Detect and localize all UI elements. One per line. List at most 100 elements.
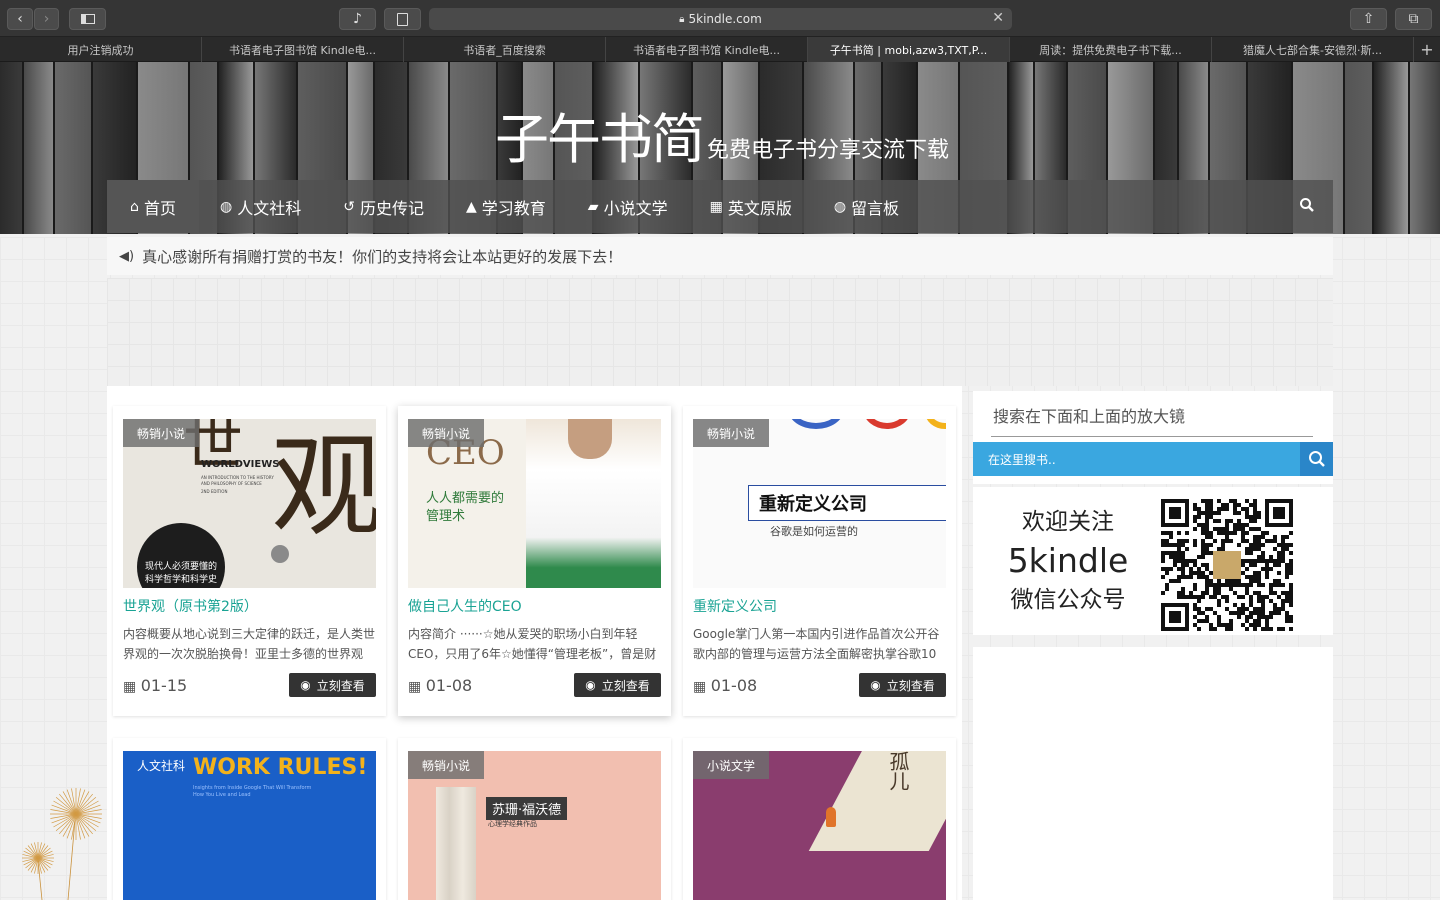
qr-module [1217,547,1221,551]
qr-module [1233,511,1237,515]
qr-module [1177,547,1181,551]
qr-module [1205,523,1209,527]
main-nav: ⌂ 首页 ◍ 人文社科 ↺ 历史传记 ▲ 学习教育 ▰ 小说文学 ▦ 英文原版 ◍ 留言板 [107,180,1333,233]
nav-history[interactable]: ↺ 历史传记 [322,180,445,233]
calendar-icon: ▦ [408,679,426,695]
cover-map-shape [808,751,946,851]
view-now-button[interactable]: ◉ 立刻查看 [289,673,376,697]
qr-module [1181,555,1185,559]
book-card[interactable]: WORK RULES! Insights from Inside Google … [113,738,386,900]
book-title[interactable]: 世界观（原书第2版） [123,596,258,616]
qr-module [1289,551,1293,555]
qr-module [1177,579,1181,583]
qr-module [1213,519,1217,523]
nav-english[interactable]: ▦ 英文原版 [689,180,813,233]
book-card[interactable]: CEO 人人都需要的 管理术 畅销小说 做自己人生的CEO 内容简介 ·····… [398,406,671,716]
tab-4[interactable]: 书语者电子图书馆 Kindle电... [606,37,808,62]
category-badge[interactable]: 畅销小说 [408,419,485,447]
cover-text: 人人都需要的 [426,491,505,506]
book-title[interactable]: 做自己人生的CEO [408,596,522,616]
qr-module [1261,607,1265,611]
site-logo[interactable]: 子午书简 免费电子书分享交流下载 [495,106,949,170]
qr-module [1197,507,1201,511]
cover-logo-shape [788,419,844,429]
nav-guestbook[interactable]: ◍ 留言板 [813,180,920,233]
qr-module [1253,511,1257,515]
reader-button[interactable] [384,8,421,30]
view-now-button[interactable]: ◉ 立刻查看 [859,673,946,697]
qr-module [1273,607,1277,611]
share-button[interactable]: ⇧ [1350,8,1387,30]
tab-7[interactable]: 猎魔人七部合集-安德烈·斯... [1212,37,1414,62]
qr-module [1181,591,1185,595]
qr-module [1257,595,1261,599]
category-badge[interactable]: 畅销小说 [408,751,485,779]
qr-module [1205,579,1209,583]
qr-module [1225,523,1229,527]
nav-fiction[interactable]: ▰ 小说文学 [567,180,689,233]
qr-module [1273,591,1277,595]
qr-module [1285,595,1289,599]
qr-module [1281,555,1285,559]
qr-module [1285,535,1289,539]
book-title[interactable]: 重新定义公司 [693,596,777,616]
nav-humanities[interactable]: ◍ 人文社科 [199,180,322,233]
cover-text: 管理术 [426,509,466,524]
close-icon[interactable]: ✕ [992,10,1004,26]
tab-6[interactable]: 周读：提供免费电子书下载... [1010,37,1212,62]
qr-module [1273,603,1277,607]
qr-module [1281,539,1285,543]
qr-module [1205,567,1209,571]
tab-1[interactable]: 用户注销成功 [0,37,202,62]
qr-module [1213,527,1217,531]
tabs-overview-button[interactable]: ⧉ [1395,8,1432,30]
book-card[interactable]: 孤儿 小说文学 [683,738,956,900]
forward-button[interactable]: › [34,8,59,30]
qr-module [1197,611,1201,615]
book-card[interactable]: 苏珊·福沃德 心理学经典作品 畅销小说 [398,738,671,900]
qr-module [1209,607,1213,611]
tabs-icon: ⧉ [1408,11,1419,27]
qr-module [1205,499,1209,503]
qr-module [1245,515,1249,519]
qr-module [1173,559,1177,563]
sidebar-toggle-button[interactable] [69,8,106,30]
nav-education[interactable]: ▲ 学习教育 [445,180,567,233]
qr-module [1201,527,1205,531]
book-description: 内容简介 ······☆她从爱哭的职场小白到年轻CEO，只用了6年☆她懂得“管理… [408,627,657,661]
search-button[interactable] [1300,442,1333,476]
back-button[interactable]: ‹ [7,8,33,30]
qr-module [1185,595,1189,599]
qr-finder [1169,507,1181,519]
qr-module [1173,563,1177,567]
qr-module [1225,503,1229,507]
qr-line-1: 欢迎关注 [1022,509,1114,535]
qr-module [1197,515,1201,519]
category-badge[interactable]: 畅销小说 [693,419,770,447]
tab-2[interactable]: 书语者电子图书馆 Kindle电... [202,37,404,62]
category-badge[interactable]: 小说文学 [693,751,770,779]
book-card[interactable]: 世 观 WORLDVIEWS AN INTRODUCTION TO THE HI… [113,406,386,716]
qr-module [1277,543,1281,547]
search-icon[interactable] [1299,197,1315,217]
search-input[interactable]: 在这里搜书.. [973,442,1300,476]
tab-5-active[interactable]: 子午书简 | mobi,azw3,TXT,P... [808,37,1010,62]
qr-module [1177,539,1181,543]
qr-module [1209,535,1213,539]
qr-module [1245,591,1249,595]
extension-button[interactable]: ♪ [339,8,376,30]
view-now-button[interactable]: ◉ 立刻查看 [574,673,661,697]
tab-3[interactable]: 书语者_百度搜索 [404,37,606,62]
book-icon: ▰ [587,198,599,215]
eye-icon: ◉ [300,678,311,692]
new-tab-button[interactable]: + [1414,37,1440,62]
qr-module [1233,611,1237,615]
qr-module [1201,543,1205,547]
nav-home[interactable]: ⌂ 首页 [107,180,199,233]
category-badge[interactable]: 畅销小说 [123,419,200,447]
cover-text: WORLDVIEWS [201,459,280,470]
url-bar[interactable]: 🔒︎ 5kindle.com ✕ [429,8,1012,30]
category-badge[interactable]: 人文社科 [123,751,199,779]
book-card[interactable]: 重新定义公司 谷歌是如何运营的 畅销小说 重新定义公司 Google掌门人第一本… [683,406,956,716]
book-date: ▦ 01-08 [693,676,758,695]
